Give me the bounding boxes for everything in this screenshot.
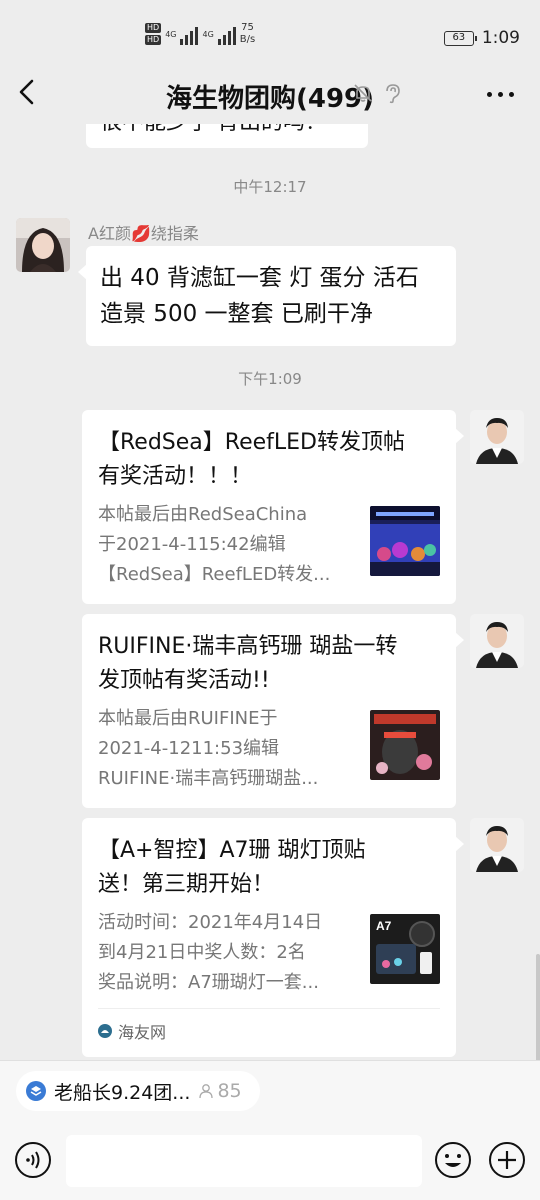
status-left: HD HD 4G 4G 75 B/s: [145, 22, 255, 46]
card-thumbnail: [370, 506, 440, 576]
card-body: 活动时间：2021年4月14日 到4月21日中奖人数：2名 奖品说明：A7珊瑚灯…: [98, 908, 440, 998]
title-icons: [352, 82, 402, 104]
card-title-line: 【A+智控】A7珊 瑚灯顶贴: [98, 838, 366, 863]
card-description: 活动时间：2021年4月14日 到4月21日中奖人数：2名 奖品说明：A7珊瑚灯…: [98, 908, 358, 998]
card-desc-line: 于2021-4-115:42编辑: [98, 534, 286, 555]
card-desc-line: 2021-4-1211:53编辑: [98, 738, 280, 759]
signal-icon: [180, 23, 199, 45]
link-card[interactable]: 【RedSea】ReefLED转发顶帖 有奖活动！！！ 本帖最后由RedSeaC…: [82, 410, 464, 604]
chat-header: 海生物团购(499): [0, 62, 540, 124]
page-title: 海生物团购(499): [165, 84, 375, 114]
message-input[interactable]: [66, 1135, 422, 1187]
net-speed-value: 75: [241, 22, 254, 33]
sender-name: A红颜💋绕指柔: [88, 224, 199, 243]
card-desc-line: 奖品说明：A7珊瑚灯一套...: [98, 972, 319, 993]
timestamp: 下午1:09: [238, 370, 302, 388]
card-title: 【RedSea】ReefLED转发顶帖 有奖活动！！！: [98, 426, 440, 494]
input-row: [0, 1133, 540, 1193]
ear-icon: [386, 84, 400, 104]
card-title: 【A+智控】A7珊 瑚灯顶贴 送！第三期开始！: [98, 834, 440, 902]
card-desc-line: RUIFINE·瑞丰高钙珊瑚盐...: [98, 768, 319, 789]
card-title: RUIFINE·瑞丰高钙珊 瑚盐一转 发顶帖有奖活动!!: [98, 630, 440, 698]
card-desc-line: 活动时间：2021年4月14日: [98, 912, 323, 933]
plus-icon[interactable]: [488, 1141, 526, 1179]
net-speed: 75 B/s: [240, 22, 255, 46]
message-line: 出 40 背滤缸一套 灯 蛋分 活石: [100, 265, 419, 291]
sig-label-1: 4G: [165, 29, 177, 39]
card-title-line: 送！第三期开始！: [98, 872, 275, 897]
source-logo-icon: [98, 1024, 112, 1038]
card-desc-line: 本帖最后由RUIFINE于: [98, 708, 278, 729]
person-icon: [199, 1084, 214, 1099]
message-bubble[interactable]: 出 40 背滤缸一套 灯 蛋分 活石 造景 500 一整套 已刷干净: [78, 246, 456, 346]
mute-bell-icon: [354, 84, 372, 102]
group-icon: [26, 1081, 46, 1101]
thumb-label: A7: [376, 919, 392, 933]
message-bubble-partial[interactable]: 很不能少了 背出的吗？: [86, 124, 368, 148]
card-desc-line: 到4月21日中奖人数：2名: [98, 942, 306, 963]
group-pill-count: 85: [198, 1080, 242, 1102]
net-speed-unit: B/s: [239, 34, 256, 45]
timestamp: 中午12:17: [233, 178, 307, 196]
battery-icon: 63: [443, 30, 477, 46]
avatar-self[interactable]: [470, 818, 524, 872]
card-thumbnail: [370, 710, 440, 780]
link-card[interactable]: RUIFINE·瑞丰高钙珊 瑚盐一转 发顶帖有奖活动!! 本帖最后由RUIFIN…: [82, 614, 464, 808]
chat-area[interactable]: 很不能少了 背出的吗？ 中午12:17 A红颜💋绕指柔 出 40 背滤缸一套 灯…: [0, 124, 540, 1060]
card-desc-line: 【RedSea】ReefLED转发...: [98, 564, 331, 585]
message-line: 造景 500 一整套 已刷干净: [100, 301, 373, 327]
status-right: 63 1:09: [443, 28, 520, 48]
more-icon[interactable]: [487, 92, 514, 97]
card-desc-line: 本帖最后由RedSeaChina: [98, 504, 308, 525]
scrollbar[interactable]: [536, 954, 540, 1060]
avatar-self[interactable]: [470, 410, 524, 464]
link-card[interactable]: 【A+智控】A7珊 瑚灯顶贴 送！第三期开始！ 活动时间：2021年4月14日 …: [82, 818, 464, 1057]
emoji-icon[interactable]: [434, 1141, 472, 1179]
card-body: 本帖最后由RUIFINE于 2021-4-1211:53编辑 RUIFINE·瑞…: [98, 704, 440, 794]
group-pill[interactable]: 老船长9.24团... 85: [16, 1071, 260, 1111]
card-description: 本帖最后由RUIFINE于 2021-4-1211:53编辑 RUIFINE·瑞…: [98, 704, 358, 794]
card-source: 海友网: [98, 1008, 440, 1043]
group-pill-count-value: 85: [217, 1080, 242, 1102]
hd-indicators: HD HD: [145, 23, 162, 45]
card-title-line: 有奖活动！！！: [98, 464, 253, 489]
avatar-self[interactable]: [470, 614, 524, 668]
card-thumbnail: A7: [370, 914, 440, 984]
card-title-line: 发顶帖有奖活动!!: [98, 668, 270, 693]
hd-indicator-1: HD: [145, 23, 162, 33]
card-title-line: 【RedSea】ReefLED转发顶帖: [98, 430, 405, 455]
avatar[interactable]: [16, 218, 70, 272]
card-description: 本帖最后由RedSeaChina 于2021-4-115:42编辑 【RedSe…: [98, 500, 358, 590]
card-body: 本帖最后由RedSeaChina 于2021-4-115:42编辑 【RedSe…: [98, 500, 440, 590]
bottom-bar: 老船长9.24团... 85: [0, 1060, 540, 1200]
status-time: 1:09: [481, 28, 520, 48]
hd-indicator-2: HD: [145, 35, 162, 45]
sig-label-2: 4G: [202, 29, 214, 39]
card-title-line: RUIFINE·瑞丰高钙珊 瑚盐一转: [98, 634, 398, 659]
message-text: 很不能少了 背出的吗？: [100, 124, 327, 136]
signal-icon-2: [217, 23, 236, 45]
group-pill-label: 老船长9.24团...: [54, 1081, 191, 1104]
voice-icon[interactable]: [14, 1141, 52, 1179]
card-source-name: 海友网: [118, 1023, 167, 1042]
